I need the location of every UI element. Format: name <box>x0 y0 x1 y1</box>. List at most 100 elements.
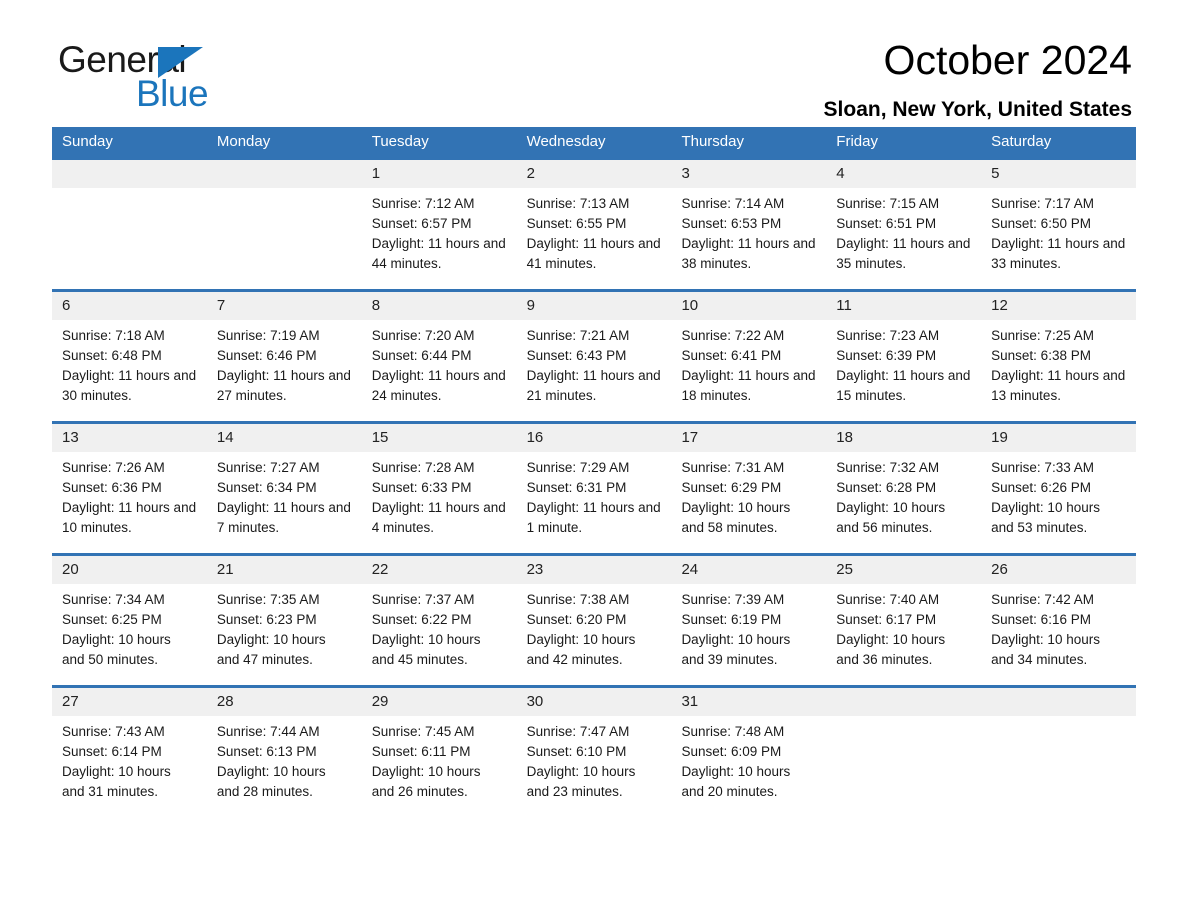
calendar-week-row: 20 Sunrise: 7:34 AM Sunset: 6:25 PM Dayligh… <box>52 553 1137 685</box>
sunrise-text: Sunrise: 7:12 AM <box>371 196 475 211</box>
daylight-text: Daylight: 11 hours and 38 minutes. <box>681 236 816 271</box>
calendar-day-cell[interactable]: 23 Sunrise: 7:38 AM Sunset: 6:20 PM Dayligh… <box>516 556 672 685</box>
day-sun-info: Sunrise: 7:12 AM Sunset: 6:57 PM Daylight:… <box>362 188 517 274</box>
day-sun-info: Sunrise: 7:33 AM Sunset: 6:26 PM Daylight:… <box>981 452 1136 538</box>
day-number: 6 <box>52 292 207 320</box>
sunrise-text: Sunrise: 7:44 AM <box>216 724 320 739</box>
calendar-day-cell[interactable]: 15 Sunrise: 7:28 AM Sunset: 6:33 PM Dayligh… <box>361 424 517 553</box>
sunset-text: Sunset: 6:50 PM <box>991 216 1091 231</box>
day-sun-info: Sunrise: 7:43 AM Sunset: 6:14 PM Daylight:… <box>52 716 207 802</box>
day-number <box>826 688 982 716</box>
day-number: 22 <box>361 556 517 584</box>
calendar-day-cell[interactable]: 19 Sunrise: 7:33 AM Sunset: 6:26 PM Dayligh… <box>981 424 1137 553</box>
weekday-header-monday: Monday <box>216 133 271 150</box>
daylight-text: Daylight: 11 hours and 10 minutes. <box>62 500 197 535</box>
calendar-day-cell[interactable]: 8 Sunrise: 7:20 AM Sunset: 6:44 PM Daylight… <box>361 292 517 421</box>
day-sun-info: Sunrise: 7:27 AM Sunset: 6:34 PM Daylight:… <box>207 452 362 538</box>
daylight-text: Daylight: 10 hours and 58 minutes. <box>681 500 791 535</box>
day-number: 11 <box>826 292 982 320</box>
daylight-text: Daylight: 11 hours and 4 minutes. <box>371 500 506 535</box>
calendar-day-cell[interactable]: 29 Sunrise: 7:45 AM Sunset: 6:11 PM Dayligh… <box>361 688 517 817</box>
day-number: 26 <box>981 556 1137 584</box>
calendar-day-cell[interactable]: 24 Sunrise: 7:39 AM Sunset: 6:19 PM Dayligh… <box>671 556 827 685</box>
calendar-day-cell[interactable]: 10 Sunrise: 7:22 AM Sunset: 6:41 PM Dayligh… <box>671 292 827 421</box>
calendar-day-cell[interactable]: 6 Sunrise: 7:18 AM Sunset: 6:48 PM Daylight… <box>52 292 207 421</box>
day-number: 16 <box>516 424 672 452</box>
daylight-text: Daylight: 11 hours and 30 minutes. <box>62 368 197 403</box>
day-sun-info: Sunrise: 7:35 AM Sunset: 6:23 PM Daylight:… <box>207 584 362 670</box>
daylight-text: Daylight: 11 hours and 35 minutes. <box>836 236 971 271</box>
sunset-text: Sunset: 6:46 PM <box>216 348 317 363</box>
day-number <box>981 688 1137 716</box>
calendar-day-cell[interactable]: 13 Sunrise: 7:26 AM Sunset: 6:36 PM Dayligh… <box>52 424 207 553</box>
calendar-day-cell[interactable]: 4 Sunrise: 7:15 AM Sunset: 6:51 PM Daylight… <box>826 160 982 289</box>
sunset-text: Sunset: 6:26 PM <box>991 480 1091 495</box>
calendar-day-cell[interactable]: 16 Sunrise: 7:29 AM Sunset: 6:31 PM Dayligh… <box>516 424 672 553</box>
calendar-day-cell[interactable]: 2 Sunrise: 7:13 AM Sunset: 6:55 PM Daylight… <box>516 160 672 289</box>
sunrise-text: Sunrise: 7:33 AM <box>991 460 1094 475</box>
calendar-day-cell[interactable]: 27 Sunrise: 7:43 AM Sunset: 6:14 PM Dayligh… <box>52 688 207 817</box>
weekday-header-friday: Friday <box>836 133 878 150</box>
daylight-text: Daylight: 10 hours and 20 minutes. <box>681 764 791 799</box>
daylight-text: Daylight: 11 hours and 44 minutes. <box>371 236 506 271</box>
daylight-text: Daylight: 10 hours and 39 minutes. <box>681 632 791 667</box>
sunset-text: Sunset: 6:48 PM <box>62 348 162 363</box>
daylight-text: Daylight: 10 hours and 56 minutes. <box>836 500 946 535</box>
calendar-day-cell[interactable]: 9 Sunrise: 7:21 AM Sunset: 6:43 PM Daylight… <box>516 292 672 421</box>
sunset-text: Sunset: 6:16 PM <box>991 612 1091 627</box>
day-sun-info: Sunrise: 7:32 AM Sunset: 6:28 PM Daylight:… <box>826 452 981 538</box>
day-number: 17 <box>671 424 827 452</box>
calendar-day-cell[interactable]: 14 Sunrise: 7:27 AM Sunset: 6:34 PM Dayligh… <box>206 424 362 553</box>
sunset-text: Sunset: 6:28 PM <box>836 480 937 495</box>
calendar-day-cell[interactable]: 26 Sunrise: 7:42 AM Sunset: 6:16 PM Dayligh… <box>981 556 1137 685</box>
calendar-day-cell[interactable]: 1 Sunrise: 7:12 AM Sunset: 6:57 PM Daylight… <box>361 160 517 289</box>
calendar-day-cell[interactable]: 22 Sunrise: 7:37 AM Sunset: 6:22 PM Dayligh… <box>361 556 517 685</box>
day-number: 13 <box>52 424 207 452</box>
day-sun-info: Sunrise: 7:20 AM Sunset: 6:44 PM Daylight:… <box>362 320 517 406</box>
sunrise-text: Sunrise: 7:21 AM <box>526 328 630 343</box>
calendar-day-cell[interactable]: 17 Sunrise: 7:31 AM Sunset: 6:29 PM Dayligh… <box>671 424 827 553</box>
sunset-text: Sunset: 6:53 PM <box>681 216 782 231</box>
day-number: 15 <box>361 424 517 452</box>
sunrise-text: Sunrise: 7:32 AM <box>836 460 940 475</box>
sunrise-text: Sunrise: 7:22 AM <box>681 328 785 343</box>
calendar-day-cell[interactable]: 28 Sunrise: 7:44 AM Sunset: 6:13 PM Dayligh… <box>206 688 362 817</box>
day-sun-info: Sunrise: 7:21 AM Sunset: 6:43 PM Daylight:… <box>517 320 672 406</box>
calendar-day-cell-empty <box>826 688 982 817</box>
weekday-header-wednesday: Wednesday <box>526 133 606 150</box>
sunrise-text: Sunrise: 7:27 AM <box>216 460 320 475</box>
calendar-day-cell[interactable]: 18 Sunrise: 7:32 AM Sunset: 6:28 PM Dayligh… <box>826 424 982 553</box>
calendar-day-cell[interactable]: 21 Sunrise: 7:35 AM Sunset: 6:23 PM Dayligh… <box>206 556 362 685</box>
day-sun-info: Sunrise: 7:15 AM Sunset: 6:51 PM Daylight:… <box>826 188 981 274</box>
sunset-text: Sunset: 6:39 PM <box>836 348 937 363</box>
sunrise-text: Sunrise: 7:15 AM <box>836 196 940 211</box>
sunrise-text: Sunrise: 7:35 AM <box>216 592 320 607</box>
calendar-day-cell[interactable]: 5 Sunrise: 7:17 AM Sunset: 6:50 PM Daylight… <box>981 160 1137 289</box>
calendar-day-cell[interactable]: 7 Sunrise: 7:19 AM Sunset: 6:46 PM Daylight… <box>206 292 362 421</box>
daylight-text: Daylight: 10 hours and 50 minutes. <box>62 632 171 667</box>
day-sun-info: Sunrise: 7:39 AM Sunset: 6:19 PM Daylight:… <box>671 584 826 670</box>
calendar-day-cell[interactable]: 25 Sunrise: 7:40 AM Sunset: 6:17 PM Dayligh… <box>826 556 982 685</box>
day-sun-info: Sunrise: 7:47 AM Sunset: 6:10 PM Daylight:… <box>517 716 672 802</box>
title-block: October 2024 Sloan, New York, United Sta… <box>824 36 1132 122</box>
sunrise-text: Sunrise: 7:18 AM <box>62 328 165 343</box>
sunrise-text: Sunrise: 7:47 AM <box>526 724 630 739</box>
day-sun-info: Sunrise: 7:42 AM Sunset: 6:16 PM Daylight:… <box>981 584 1136 670</box>
sunrise-text: Sunrise: 7:34 AM <box>62 592 165 607</box>
sunset-text: Sunset: 6:11 PM <box>371 744 471 759</box>
sunrise-text: Sunrise: 7:48 AM <box>681 724 785 739</box>
day-number: 12 <box>981 292 1137 320</box>
sunset-text: Sunset: 6:10 PM <box>526 744 627 759</box>
sunrise-text: Sunrise: 7:14 AM <box>681 196 785 211</box>
calendar-day-cell[interactable]: 31 Sunrise: 7:48 AM Sunset: 6:09 PM Dayligh… <box>671 688 827 817</box>
sunset-text: Sunset: 6:17 PM <box>836 612 937 627</box>
calendar-day-cell[interactable]: 3 Sunrise: 7:14 AM Sunset: 6:53 PM Daylight… <box>671 160 827 289</box>
sunset-text: Sunset: 6:29 PM <box>681 480 782 495</box>
sunset-text: Sunset: 6:13 PM <box>216 744 317 759</box>
day-sun-info: Sunrise: 7:13 AM Sunset: 6:55 PM Daylight:… <box>517 188 672 274</box>
calendar-day-cell[interactable]: 12 Sunrise: 7:25 AM Sunset: 6:38 PM Dayligh… <box>981 292 1137 421</box>
calendar-day-cell[interactable]: 30 Sunrise: 7:47 AM Sunset: 6:10 PM Dayligh… <box>516 688 672 817</box>
calendar-day-cell[interactable]: 20 Sunrise: 7:34 AM Sunset: 6:25 PM Dayligh… <box>52 556 207 685</box>
calendar-day-cell[interactable]: 11 Sunrise: 7:23 AM Sunset: 6:39 PM Dayligh… <box>826 292 982 421</box>
sunrise-text: Sunrise: 7:29 AM <box>526 460 630 475</box>
